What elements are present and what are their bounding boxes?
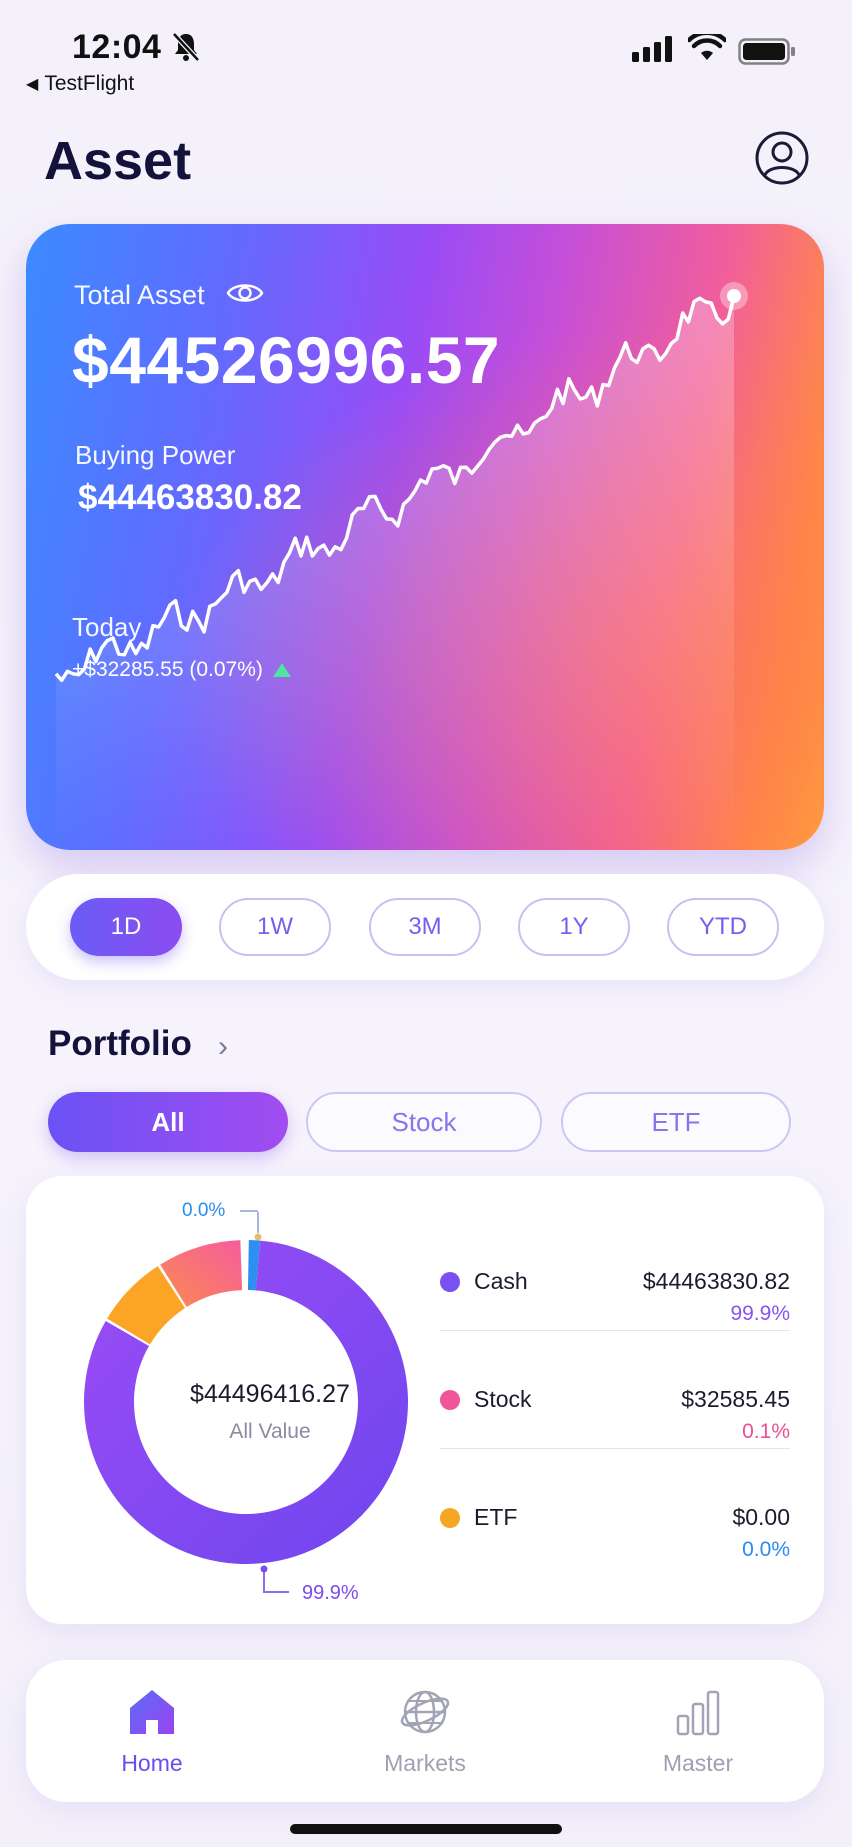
legend-amount: $44463830.82: [642, 1268, 790, 1294]
bottom-tab-bar: Home Markets Master: [26, 1660, 824, 1802]
portfolio-title[interactable]: Portfolio: [48, 1024, 192, 1064]
back-app-label: TestFlight: [44, 72, 135, 95]
today-change: +$32285.55 (0.07%): [72, 658, 291, 682]
profile-icon[interactable]: [754, 130, 810, 186]
leader-dot-large: [260, 1565, 268, 1573]
battery-icon: [738, 38, 795, 65]
chart-end-dot: [727, 289, 741, 303]
range-3m-button[interactable]: 3M: [369, 898, 481, 956]
filter-etf-tab[interactable]: ETF: [561, 1092, 791, 1152]
legend-divider: [440, 1448, 790, 1449]
tab-master[interactable]: Master: [608, 1678, 788, 1788]
portfolio-card: 0.0% 99.9% $44496416.27 All Value Cash $…: [26, 1176, 824, 1624]
legend-dot-stock: [440, 1390, 460, 1410]
tab-label: Master: [662, 1750, 734, 1776]
legend-amount: $32585.45: [681, 1386, 790, 1412]
bell-muted-icon: [172, 32, 200, 62]
donut-label-large: 99.9%: [302, 1582, 359, 1604]
donut-center-value: $44496416.27: [190, 1380, 350, 1408]
time-range-selector: 1D 1W 3M 1Y YTD: [26, 874, 824, 980]
asset-summary-card: Total Asset $44526996.57 Buying Power $4…: [26, 224, 824, 850]
legend-name: Stock: [474, 1386, 532, 1412]
buying-power-label: Buying Power: [75, 440, 236, 470]
filter-stock-tab[interactable]: Stock: [306, 1092, 542, 1152]
tab-home[interactable]: Home: [62, 1678, 242, 1788]
leader-line-large: [263, 1572, 289, 1593]
bar-chart-icon: [676, 1690, 720, 1736]
status-time: 12:04: [72, 28, 162, 66]
cellular-signal-icon: [632, 36, 672, 62]
tab-markets[interactable]: Markets: [335, 1678, 515, 1788]
asset-performance-chart: [54, 282, 748, 850]
total-asset-label: Total Asset: [74, 280, 205, 310]
donut-center-label: All Value: [229, 1420, 311, 1443]
legend-divider: [440, 1330, 790, 1331]
back-to-app-link[interactable]: ◀ TestFlight: [26, 72, 134, 96]
range-1y-button[interactable]: 1Y: [518, 898, 630, 956]
legend-row-etf[interactable]: ETF $0.00 0.0%: [440, 1492, 790, 1592]
range-1d-button[interactable]: 1D: [70, 898, 182, 956]
globe-icon: [400, 1690, 450, 1734]
legend-percent: 0.0%: [742, 1538, 790, 1561]
legend-percent: 0.1%: [742, 1420, 790, 1443]
today-label: Today: [72, 612, 142, 642]
page-title: Asset: [44, 131, 192, 191]
back-arrow-icon: ◀: [26, 76, 39, 93]
total-asset-value: $44526996.57: [72, 323, 501, 397]
legend-percent: 99.9%: [730, 1302, 790, 1325]
legend-row-cash[interactable]: Cash $44463830.82 99.9%: [440, 1256, 790, 1356]
eye-icon[interactable]: [226, 279, 264, 307]
legend-dot-cash: [440, 1272, 460, 1292]
up-triangle-icon: [272, 663, 291, 677]
home-indicator: [290, 1824, 562, 1834]
legend-name: Cash: [474, 1268, 528, 1294]
legend-name: ETF: [474, 1504, 518, 1530]
tab-label: Home: [121, 1750, 183, 1776]
legend-amount: $0.00: [732, 1504, 790, 1530]
range-ytd-button[interactable]: YTD: [667, 898, 779, 956]
today-change-value: +$32285.55 (0.07%): [72, 658, 263, 681]
range-1w-button[interactable]: 1W: [219, 898, 331, 956]
filter-all-tab[interactable]: All: [48, 1092, 288, 1152]
buying-power-value: $44463830.82: [78, 478, 302, 517]
donut-label-small: 0.0%: [182, 1200, 226, 1221]
legend-row-stock[interactable]: Stock $32585.45 0.1%: [440, 1374, 790, 1474]
chevron-right-icon[interactable]: ›: [218, 1030, 228, 1064]
leader-dot-small: [254, 1233, 262, 1241]
legend-dot-etf: [440, 1508, 460, 1528]
tab-label: Markets: [384, 1750, 466, 1776]
home-icon: [130, 1690, 174, 1734]
wifi-icon: [688, 34, 726, 60]
